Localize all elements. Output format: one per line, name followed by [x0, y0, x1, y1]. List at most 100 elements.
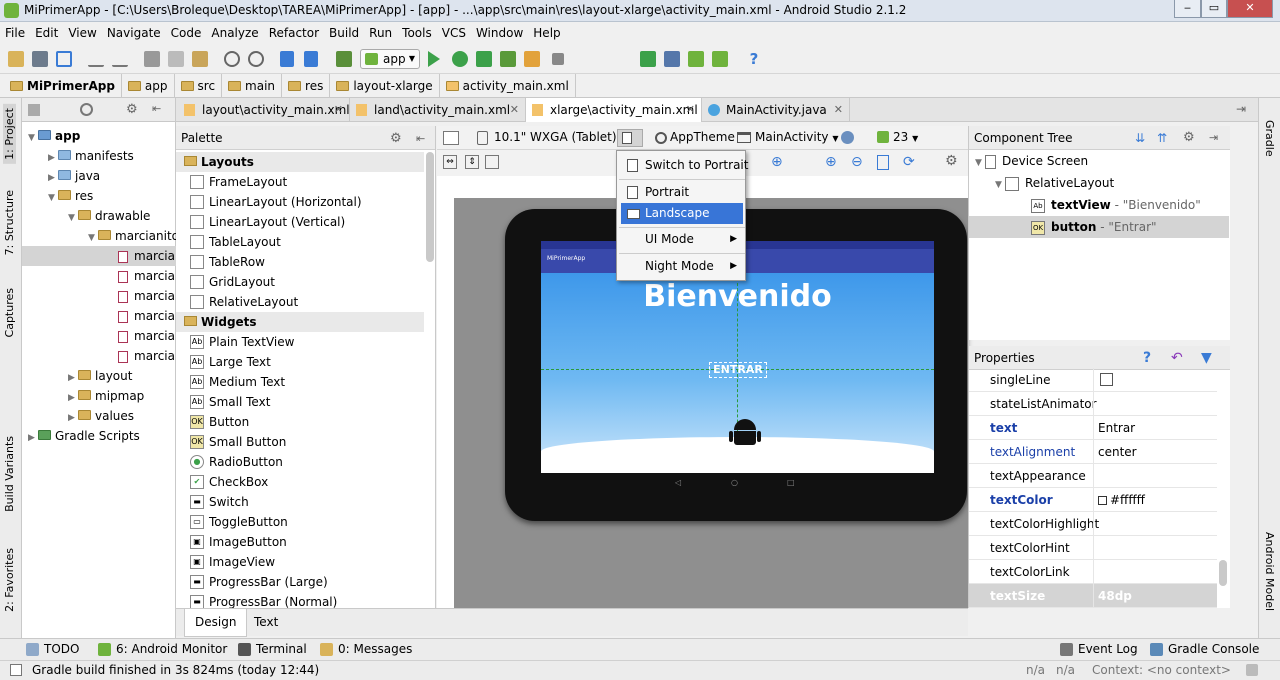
property-value[interactable]: center [1093, 440, 1217, 464]
collapse-arrow-icon[interactable]: ▶ [68, 388, 78, 408]
project-tree-item[interactable]: ▼ res [22, 186, 176, 206]
palette-item[interactable]: TableRow [176, 252, 424, 272]
palette-item[interactable]: Ab Plain TextView [176, 332, 424, 352]
property-row[interactable]: textColorHighlight [969, 512, 1217, 536]
palette-item[interactable]: ▣ ImageButton [176, 532, 424, 552]
property-row[interactable]: textAlignment center [969, 440, 1217, 464]
tab-xlarge-activity-main[interactable]: xlarge\activity_main.xml ✕ [526, 98, 702, 122]
project-tree-item[interactable]: marcia [22, 306, 176, 326]
switch-to-portrait-item[interactable]: Switch to Portrait [621, 155, 748, 176]
copy-icon[interactable] [168, 51, 184, 67]
single-line-checkbox[interactable] [1100, 373, 1113, 386]
terminal-tool[interactable]: Terminal [236, 639, 307, 661]
close-button[interactable]: ✕ [1227, 0, 1273, 18]
project-tree-item[interactable]: marcia [22, 246, 176, 266]
tab-structure[interactable]: 7: Structure [3, 190, 16, 255]
tab-gradle[interactable]: Gradle [1263, 120, 1276, 157]
tab-layout-activity-main[interactable]: layout\activity_main.xml ✕ [178, 98, 350, 122]
tab-main-activity-java[interactable]: MainActivity.java ✕ [702, 98, 850, 122]
paste-icon[interactable] [192, 51, 208, 67]
project-tree-item[interactable]: ▶ java [22, 166, 176, 186]
palette-item[interactable]: ▬ Switch [176, 492, 424, 512]
close-tab-icon[interactable]: ✕ [510, 98, 519, 122]
project-tree-item[interactable]: marcia [22, 266, 176, 286]
palette-item[interactable]: ▭ ToggleButton [176, 512, 424, 532]
expand-horizontal-icon[interactable]: ⇔ [443, 155, 457, 169]
palette-section-widgets[interactable]: Widgets [176, 312, 424, 332]
landscape-item[interactable]: Landscape [621, 203, 743, 224]
project-tree-item[interactable]: marcia [22, 286, 176, 306]
scroll-from-source-icon[interactable] [80, 103, 93, 116]
run-config-select[interactable]: app ▼ [360, 49, 420, 69]
find-icon[interactable] [224, 51, 240, 67]
messages-tool[interactable]: 0: Messages [318, 639, 412, 661]
filter-icon[interactable]: ▼ [1201, 346, 1212, 370]
property-row[interactable]: singleLine [969, 368, 1217, 392]
properties-scrollbar[interactable] [1219, 560, 1227, 586]
ui-mode-item[interactable]: UI Mode ▶ [621, 229, 743, 250]
property-row[interactable]: stateListAnimator [969, 392, 1217, 416]
inspector-icon[interactable] [1246, 664, 1258, 676]
night-mode-item[interactable]: Night Mode ▶ [621, 256, 743, 277]
android-device-monitor-icon[interactable] [712, 51, 728, 67]
palette-item[interactable]: OK Small Button [176, 432, 424, 452]
make-project-icon[interactable] [336, 51, 352, 67]
project-tree-item[interactable]: marcia [22, 346, 176, 366]
palette-item[interactable]: ▬ ProgressBar (Large) [176, 572, 424, 592]
orientation-selector[interactable] [617, 129, 643, 147]
project-tree-item[interactable]: ▶ mipmap [22, 386, 176, 406]
property-row[interactable]: textColorLink [969, 560, 1217, 584]
tree-button[interactable]: OK button - "Entrar" [969, 216, 1229, 238]
collapse-arrow-icon[interactable]: ▶ [48, 148, 58, 168]
todo-tool[interactable]: TODO [24, 639, 79, 661]
collapse-arrow-icon[interactable]: ▶ [68, 368, 78, 388]
project-tree-item[interactable]: marcia [22, 326, 176, 346]
menu-tools[interactable]: Tools [397, 22, 437, 44]
run-icon[interactable] [428, 51, 440, 67]
gear-icon[interactable]: ⚙ [390, 127, 402, 151]
forward-icon[interactable] [304, 51, 318, 67]
palette-item[interactable]: ● RadioButton [176, 452, 424, 472]
theme-selector[interactable]: AppTheme [670, 130, 735, 144]
menu-navigate[interactable]: Navigate [102, 22, 166, 44]
palette-item[interactable]: TableLayout [176, 232, 424, 252]
crumb-app[interactable]: app [122, 73, 175, 98]
palette-item[interactable]: RelativeLayout [176, 292, 424, 312]
project-tree-item[interactable]: ▶ layout [22, 366, 176, 386]
crumb-src[interactable]: src [175, 73, 223, 98]
menu-view[interactable]: View [63, 22, 101, 44]
locale-icon[interactable] [841, 131, 854, 144]
collapse-all-icon[interactable]: ⇈ [1157, 126, 1167, 150]
coverage-icon[interactable] [500, 51, 516, 67]
crumb-layout-xlarge[interactable]: layout-xlarge [330, 73, 440, 98]
property-row[interactable]: textAppearance [969, 464, 1217, 488]
gear-icon[interactable]: ⚙ [1183, 126, 1195, 150]
tab-favorites[interactable]: 2: Favorites [3, 548, 16, 612]
expand-arrow-icon[interactable]: ▼ [68, 208, 78, 228]
palette-item[interactable]: LinearLayout (Horizontal) [176, 192, 424, 212]
hide-icon[interactable]: ⇥ [1209, 126, 1218, 150]
menu-build[interactable]: Build [324, 22, 364, 44]
property-value[interactable] [1093, 536, 1217, 560]
back-icon[interactable] [280, 51, 294, 67]
project-tree-item[interactable]: ▼ marcianito [22, 226, 179, 246]
entrar-button[interactable]: ENTRAR [709, 362, 767, 378]
palette-scrollbar[interactable] [426, 152, 434, 262]
view-mode-icon[interactable] [28, 104, 40, 116]
expand-vertical-icon[interactable]: ⇕ [465, 155, 479, 169]
restore-default-icon[interactable]: ↶ [1171, 346, 1183, 370]
tab-captures[interactable]: Captures [3, 288, 16, 337]
project-tree-item[interactable]: ▼ app [22, 126, 176, 146]
margin-icon[interactable] [485, 155, 499, 169]
expand-arrow-icon[interactable]: ▼ [48, 188, 58, 208]
maximize-button[interactable]: ▭ [1201, 0, 1227, 18]
project-tree-item[interactable]: ▶ Gradle Scripts [22, 426, 176, 446]
tab-text[interactable]: Text [244, 609, 288, 637]
menu-vcs[interactable]: VCS [437, 22, 471, 44]
avd-manager-icon[interactable] [664, 51, 680, 67]
zoom-out-icon[interactable]: ⊖ [851, 154, 863, 170]
palette-item[interactable]: Ab Medium Text [176, 372, 424, 392]
gradle-console-tool[interactable]: Gradle Console [1148, 639, 1259, 661]
stop-icon[interactable] [552, 53, 564, 65]
sync-icon[interactable] [56, 51, 72, 67]
